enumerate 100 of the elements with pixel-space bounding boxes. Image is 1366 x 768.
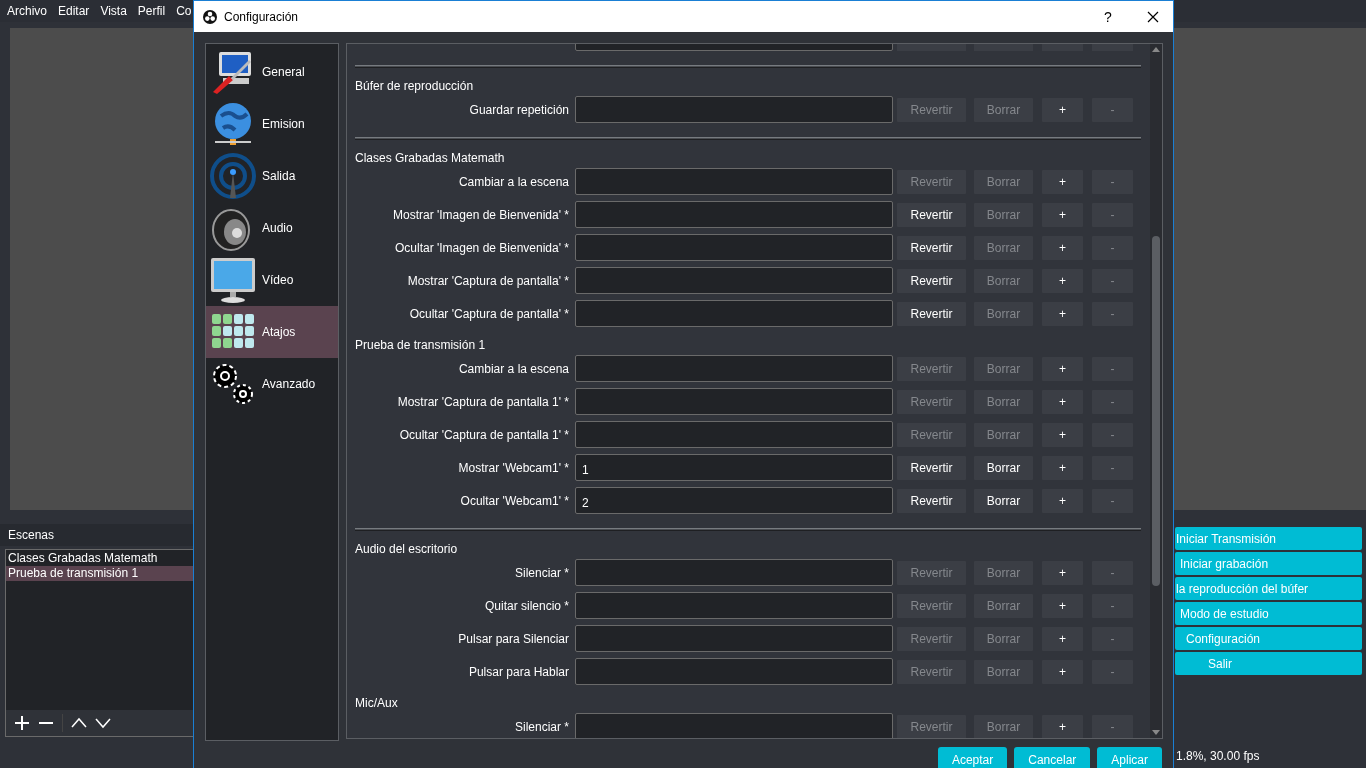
sidebar-label: Atajos bbox=[262, 325, 296, 339]
hotkey-field[interactable] bbox=[575, 713, 893, 738]
sidebar-item[interactable]: Vídeo bbox=[206, 254, 338, 306]
scene-item[interactable]: Clases Grabadas Matemath bbox=[6, 551, 193, 566]
hotkey-button[interactable]: Revertir bbox=[897, 202, 966, 227]
hotkey-label: Quitar silencio * bbox=[483, 598, 569, 613]
group-heading: Prueba de transmisión 1 bbox=[355, 337, 487, 354]
hotkey-label: Mostrar 'Imagen de Bienvenida' * bbox=[392, 207, 569, 222]
hotkey-button[interactable]: + bbox=[1042, 268, 1083, 293]
hotkey-field[interactable] bbox=[575, 168, 893, 195]
status-text: 1.8%, 30.00 fps bbox=[1176, 749, 1260, 763]
hotkey-button[interactable]: Revertir bbox=[897, 301, 966, 326]
menu-item[interactable]: Perfil bbox=[137, 4, 166, 18]
hotkey-button[interactable]: + bbox=[1042, 422, 1083, 447]
hotkey-button[interactable]: + bbox=[1042, 593, 1083, 618]
hotkey-field[interactable] bbox=[575, 201, 893, 228]
close-icon[interactable] bbox=[1147, 10, 1159, 23]
group-heading: Audio del escritorio bbox=[355, 541, 459, 558]
hotkey-field[interactable] bbox=[575, 267, 893, 294]
hotkey-button[interactable]: + bbox=[1042, 235, 1083, 260]
menu-item[interactable]: Editar bbox=[58, 4, 90, 18]
hotkey-label: Silenciar * bbox=[513, 719, 569, 734]
sidebar-label: General bbox=[262, 65, 305, 79]
hotkey-field[interactable] bbox=[575, 592, 893, 619]
hotkey-button[interactable]: + bbox=[1042, 389, 1083, 414]
hotkey-field[interactable]: 2 bbox=[575, 487, 893, 514]
hotkey-field[interactable] bbox=[575, 559, 893, 586]
hotkey-button[interactable]: Borrar bbox=[974, 488, 1033, 513]
hotkey-button[interactable]: + bbox=[1042, 626, 1083, 651]
group-heading: Búfer de reproducción bbox=[355, 78, 475, 95]
dialog-button[interactable]: Aceptar bbox=[937, 747, 1008, 768]
sidebar-item[interactable]: Atajos bbox=[206, 306, 338, 358]
hotkey-label: Pulsar para Hablar bbox=[467, 664, 569, 679]
window-title: Configuración bbox=[224, 9, 300, 24]
hotkey-button[interactable]: + bbox=[1042, 97, 1083, 122]
hotkey-field[interactable] bbox=[575, 300, 893, 327]
hotkey-label: Mostrar 'Captura de pantalla' * bbox=[406, 273, 569, 288]
hotkey-button[interactable]: + bbox=[1042, 455, 1083, 480]
control-button[interactable]: la reproducción del búfer bbox=[1175, 577, 1362, 600]
monitor-icon bbox=[209, 256, 257, 304]
control-button[interactable]: Modo de estudio bbox=[1175, 602, 1362, 625]
hotkey-field[interactable] bbox=[575, 421, 893, 448]
sidebar-item[interactable]: Avanzado bbox=[206, 358, 338, 410]
hotkey-button[interactable]: + bbox=[1042, 169, 1083, 194]
dialog-button[interactable]: Aplicar bbox=[1097, 747, 1162, 768]
menu-item[interactable]: Co bbox=[176, 4, 192, 18]
hotkey-label: Ocultar 'Captura de pantalla' * bbox=[408, 306, 569, 321]
hotkey-field[interactable] bbox=[575, 388, 893, 415]
panel-header: Escenas bbox=[0, 524, 193, 546]
sidebar-item[interactable]: General bbox=[206, 46, 338, 98]
control-button[interactable]: Salir bbox=[1175, 652, 1362, 675]
control-button[interactable]: Configuración bbox=[1175, 627, 1362, 650]
hotkey-button[interactable]: + bbox=[1042, 714, 1083, 738]
hotkey-button[interactable]: + bbox=[1042, 659, 1083, 684]
antenna-signal-icon bbox=[209, 152, 257, 200]
hotkey-button[interactable]: + bbox=[1042, 356, 1083, 381]
app-logo-icon bbox=[203, 9, 217, 24]
hotkey-button[interactable]: Revertir bbox=[897, 488, 966, 513]
menu-item[interactable]: Vista bbox=[100, 4, 127, 18]
sidebar-item[interactable]: Audio bbox=[206, 202, 338, 254]
hotkey-label: Silenciar * bbox=[513, 565, 569, 580]
hotkey-label: Cambiar a la escena bbox=[457, 361, 569, 376]
hotkey-field[interactable] bbox=[575, 234, 893, 261]
group-heading: Mic/Aux bbox=[355, 695, 399, 712]
help-button[interactable]: ? bbox=[1098, 8, 1118, 25]
scrollbar[interactable] bbox=[1150, 44, 1162, 738]
scene-item[interactable]: Prueba de transmisión 1 bbox=[6, 566, 193, 581]
hotkey-field[interactable]: 1 bbox=[575, 454, 893, 481]
hotkey-button[interactable]: + bbox=[1042, 202, 1083, 227]
hotkey-button[interactable]: Revertir bbox=[897, 268, 966, 293]
scroll-up-icon[interactable] bbox=[1152, 46, 1160, 53]
hotkey-label: Guardar repetición bbox=[468, 102, 569, 117]
menu-item[interactable]: Archivo bbox=[7, 4, 47, 18]
hotkey-button[interactable]: + bbox=[1042, 560, 1083, 585]
sidebar-item[interactable]: Salida bbox=[206, 150, 338, 202]
control-button[interactable]: Iniciar Transmisión bbox=[1175, 527, 1362, 550]
hotkey-label: Pulsar para Silenciar bbox=[457, 631, 569, 646]
sidebar-label: Audio bbox=[262, 221, 293, 235]
group-heading: Clases Grabadas Matemath bbox=[355, 150, 506, 167]
sidebar-label: Vídeo bbox=[262, 273, 294, 287]
hotkey-label: Mostrar 'Webcam1' * bbox=[457, 460, 569, 475]
hotkey-field[interactable] bbox=[575, 96, 893, 123]
hotkey-field[interactable] bbox=[575, 355, 893, 382]
hotkey-button[interactable]: + bbox=[1042, 301, 1083, 326]
hotkey-field[interactable] bbox=[575, 658, 893, 685]
scroll-down-icon[interactable] bbox=[1152, 729, 1160, 736]
control-button[interactable]: Iniciar grabación bbox=[1175, 552, 1362, 575]
hotkey-label: Ocultar 'Captura de pantalla 1' * bbox=[398, 427, 569, 442]
hotkey-label: Ocultar 'Webcam1' * bbox=[459, 493, 569, 508]
hotkey-button[interactable]: Borrar bbox=[974, 455, 1033, 480]
hotkey-button[interactable]: + bbox=[1042, 488, 1083, 513]
hotkey-button[interactable]: Revertir bbox=[897, 455, 966, 480]
add-icon[interactable] bbox=[14, 715, 30, 731]
dialog-button[interactable]: Cancelar bbox=[1014, 747, 1091, 768]
hotkey-button[interactable]: Revertir bbox=[897, 235, 966, 260]
hotkey-field[interactable] bbox=[575, 625, 893, 652]
sidebar-label: Salida bbox=[262, 169, 296, 183]
sidebar-label: Avanzado bbox=[262, 377, 316, 391]
sidebar-item[interactable]: Emision bbox=[206, 98, 338, 150]
hotkey-label: Ocultar 'Imagen de Bienvenida' * bbox=[393, 240, 569, 255]
